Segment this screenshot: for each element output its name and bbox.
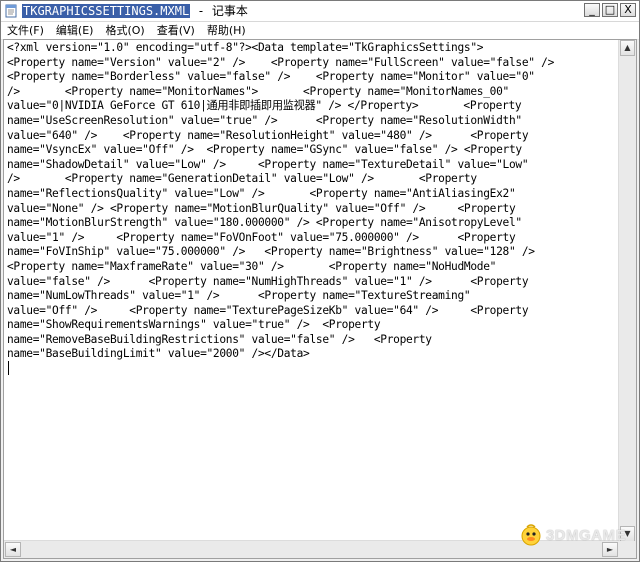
menu-file[interactable]: 文件(F) xyxy=(1,22,50,39)
vertical-scrollbar[interactable]: ▲ ▼ xyxy=(618,40,636,542)
title-bar[interactable]: TKGRAPHICSSETTINGS.MXML - 记事本 _ □ X xyxy=(1,1,639,22)
window-title-app: - 记事本 xyxy=(190,4,248,18)
scroll-left-button[interactable]: ◄ xyxy=(5,542,21,557)
watermark: 3DMGAME xyxy=(519,522,626,548)
duck-logo-icon xyxy=(521,524,541,546)
window-title: TKGRAPHICSSETTINGS.MXML - 记事本 xyxy=(22,3,248,19)
minimize-button[interactable]: _ xyxy=(584,3,600,17)
notepad-window: TKGRAPHICSSETTINGS.MXML - 记事本 _ □ X 文件(F… xyxy=(0,0,640,562)
maximize-button[interactable]: □ xyxy=(602,3,618,17)
menu-edit[interactable]: 编辑(E) xyxy=(50,22,100,39)
notepad-icon xyxy=(5,4,17,18)
menu-bar: 文件(F) 编辑(E) 格式(O) 查看(V) 帮助(H) xyxy=(1,22,639,40)
scroll-up-button[interactable]: ▲ xyxy=(620,40,635,56)
watermark-text: 3DMGAME xyxy=(545,526,626,544)
close-button[interactable]: X xyxy=(620,3,636,17)
document-text[interactable]: <?xml version="1.0" encoding="utf-8"?><D… xyxy=(7,41,617,553)
text-caret xyxy=(8,361,9,375)
menu-format[interactable]: 格式(O) xyxy=(99,22,150,39)
text-editor[interactable]: <?xml version="1.0" encoding="utf-8"?><D… xyxy=(3,39,637,559)
window-title-filename: TKGRAPHICSSETTINGS.MXML xyxy=(22,4,191,18)
window-controls: _ □ X xyxy=(584,3,636,19)
menu-help[interactable]: 帮助(H) xyxy=(201,22,252,39)
menu-view[interactable]: 查看(V) xyxy=(151,22,201,39)
